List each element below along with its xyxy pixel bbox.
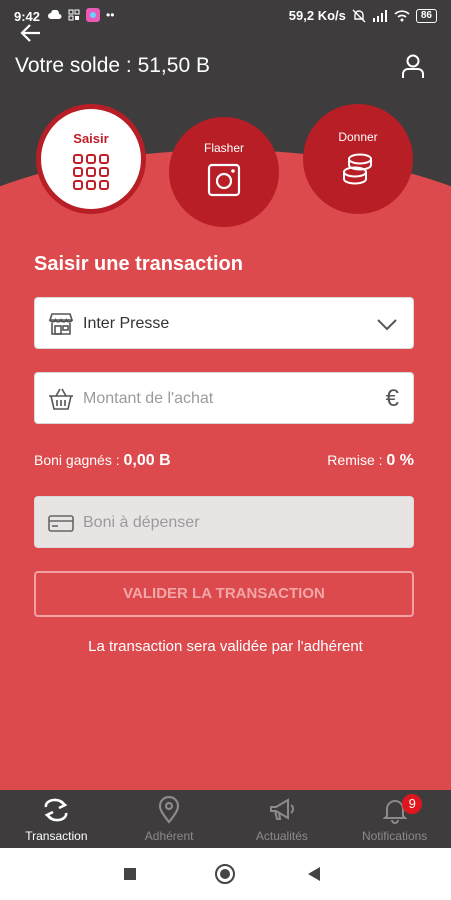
nav-adherent[interactable]: Adhérent [113,790,226,848]
grid-small-icon [68,9,80,21]
more-dots-icon: •• [106,8,115,22]
euro-icon: € [385,385,399,412]
card-icon [48,515,74,532]
mute-bell-icon [352,9,366,22]
remise: Remise : 0 % [327,452,414,470]
system-back-icon[interactable] [308,867,320,881]
boni-gagnes: Boni gagnés : 0,00 B [34,452,171,470]
remise-label: Remise : [327,452,387,468]
action-flasher-label: Flasher [203,141,244,155]
swap-icon [44,798,68,822]
validate-button[interactable]: VALIDER LA TRANSACTION [34,571,414,617]
signal-icon [372,9,387,22]
amount-placeholder: Montant de l'achat [83,390,214,407]
boni-value: 0,00 B [123,452,171,469]
wifi-icon [394,9,410,21]
app-screen: 9:42 •• 59,2 Ko/s 86 Votre solde : 51,50… [0,0,451,900]
nav-adherent-label: Adhérent [144,829,194,843]
spend-placeholder: Boni à dépenser [83,514,200,531]
status-notification-icons: •• [48,8,114,22]
coins-icon [343,153,372,185]
validation-note: La transaction sera validée par l'adhére… [88,638,363,655]
action-donner[interactable]: Donner [303,104,413,214]
home-icon[interactable] [215,864,235,884]
notification-badge: 9 [402,794,423,814]
action-flasher[interactable]: Flasher [169,117,279,227]
spend-field[interactable]: Boni à dépenser [34,496,414,548]
shop-select-value: Inter Presse [83,315,170,332]
system-nav-bar [0,848,451,900]
back-arrow-icon[interactable] [18,20,44,46]
nav-transaction-label: Transaction [25,829,88,843]
form-title: Saisir une transaction [34,253,243,275]
grid-icon [73,154,109,190]
bottom-nav: Transaction Adhérent Actualités 9 Notifi… [0,790,451,848]
user-icon[interactable] [399,52,427,80]
action-donner-label: Donner [338,130,378,144]
remise-value: 0 % [386,452,414,469]
status-bar: 9:42 •• 59,2 Ko/s 86 [0,0,451,34]
app-color-icon [86,8,100,22]
nav-notifications-label: Notifications [361,829,428,843]
recent-apps-icon[interactable] [124,868,136,880]
nav-transaction[interactable]: Transaction [0,790,113,848]
nav-actualites[interactable]: Actualités [226,790,339,848]
basket-icon [49,388,73,410]
net-speed: 59,2 Ko/s [288,8,346,23]
shop-select[interactable]: Inter Presse [34,297,414,349]
balance-text: Votre solde : 51,50 B [15,54,210,77]
chevron-down-icon [377,319,397,331]
action-saisir[interactable]: Saisir [36,104,146,214]
camera-icon [207,163,241,197]
nav-notifications[interactable]: 9 Notifications [338,790,451,848]
cloud-icon [48,10,62,19]
status-right: 59,2 Ko/s 86 [289,8,437,23]
shop-icon [48,313,74,335]
battery-icon: 86 [415,8,437,23]
megaphone-icon [269,798,294,820]
nav-actualites-label: Actualités [255,829,308,843]
boni-label: Boni gagnés : [34,452,124,468]
location-pin-icon [159,796,180,824]
amount-field[interactable]: Montant de l'achat € [34,372,414,424]
action-saisir-label: Saisir [73,131,109,146]
